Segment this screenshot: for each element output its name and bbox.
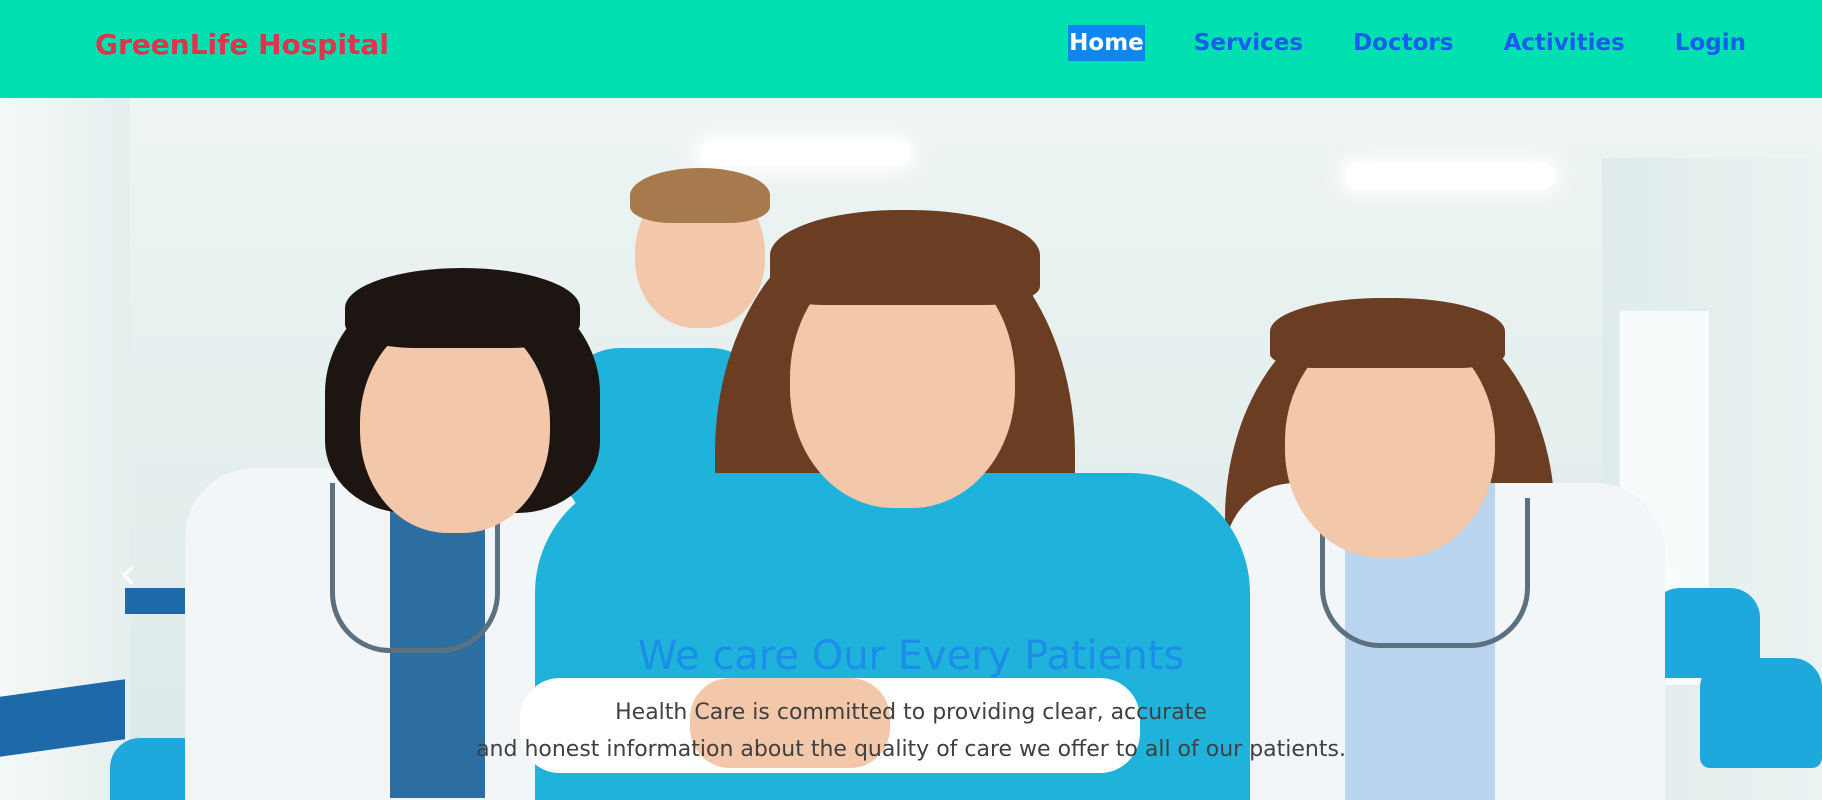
brand-logo[interactable]: GreenLife Hospital (95, 28, 389, 61)
ceiling-light (1345, 163, 1555, 189)
chevron-right-icon: › (1662, 546, 1682, 600)
hero-description-line: and honest information about the quality… (476, 737, 1346, 762)
hero-description: Health Care is committed to providing cl… (0, 694, 1822, 768)
hero-description-line: Health Care is committed to providing cl… (615, 700, 1207, 725)
nav-link-doctors[interactable]: Doctors (1352, 25, 1454, 61)
carousel-next-button[interactable]: › (1652, 548, 1692, 598)
hero-caption: We care Our Every Patients Health Care i… (0, 632, 1822, 768)
chevron-left-icon: ‹ (118, 546, 138, 600)
ceiling-light (700, 140, 910, 166)
nav-link-login[interactable]: Login (1674, 25, 1747, 61)
carousel-prev-button[interactable]: ‹ (108, 548, 148, 598)
nav-link-services[interactable]: Services (1193, 25, 1304, 61)
nav-link-activities[interactable]: Activities (1502, 25, 1625, 61)
navbar: GreenLife Hospital Home Services Doctors… (0, 0, 1822, 98)
hero-title: We care Our Every Patients (637, 633, 1185, 679)
main-nav: Home Services Doctors Activities Login (1020, 25, 1747, 61)
nav-link-home[interactable]: Home (1068, 25, 1145, 61)
